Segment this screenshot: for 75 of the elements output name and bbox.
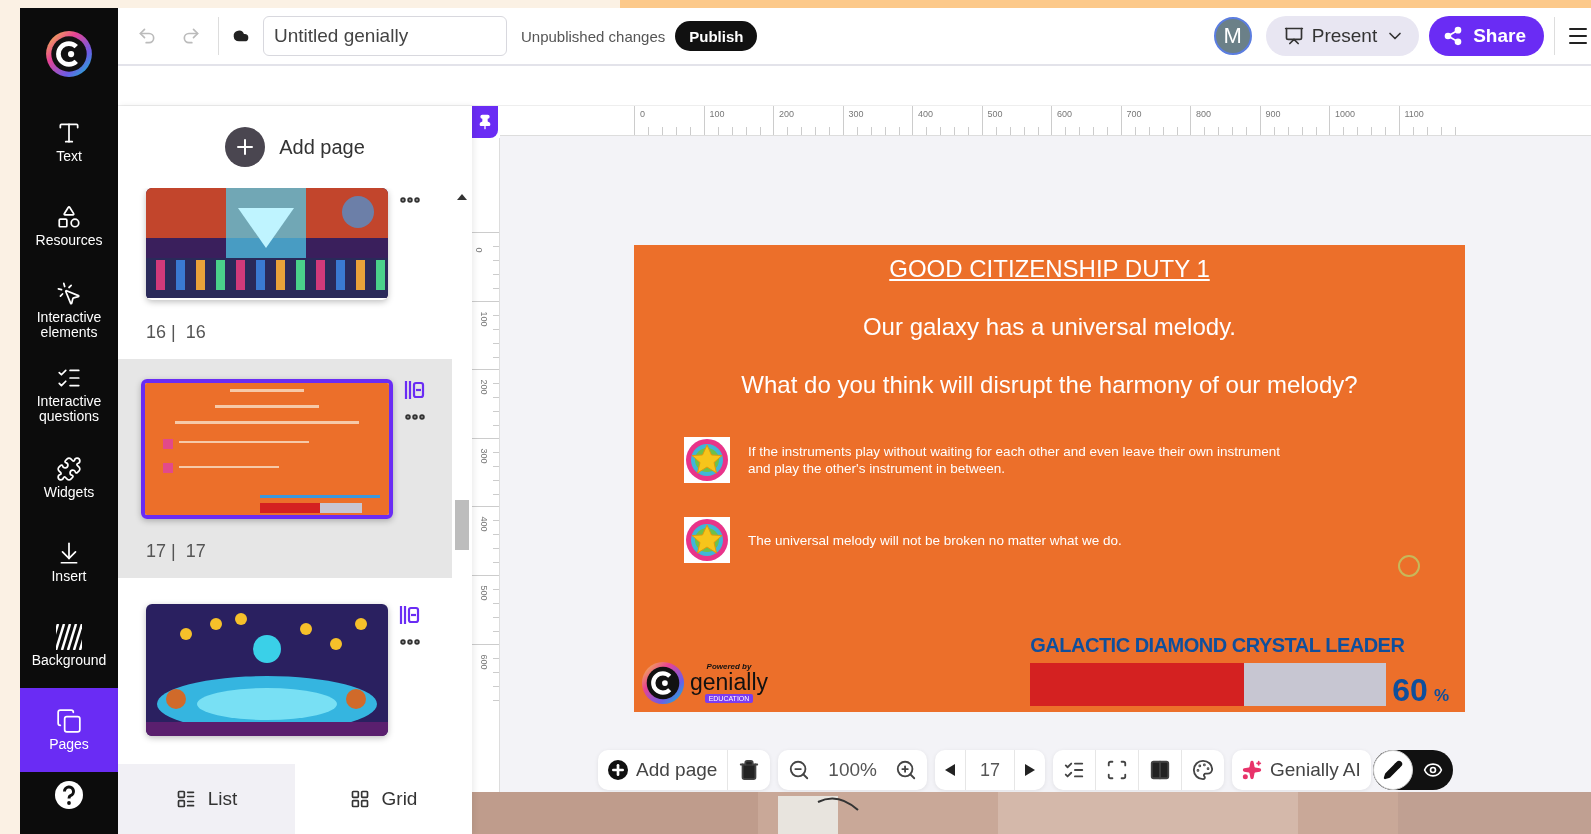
puzzle-icon — [56, 456, 82, 482]
publish-button[interactable]: Publish — [675, 21, 758, 51]
ruler-label: 500 — [987, 109, 1003, 119]
present-button[interactable]: Present — [1265, 16, 1420, 56]
share-button[interactable]: Share — [1429, 16, 1544, 56]
slide-thumbnail[interactable] — [145, 383, 389, 515]
ruler-label: 900 — [1265, 109, 1281, 119]
logo-icon — [44, 29, 94, 79]
ruler-label: 500 — [478, 585, 489, 601]
eye-icon — [1422, 760, 1443, 780]
zoom-level: 100% — [827, 759, 878, 781]
add-page-button[interactable]: Add page — [219, 126, 371, 168]
scroll-up-icon[interactable] — [457, 194, 467, 200]
ruler-label: 100 — [709, 109, 725, 119]
save-status: Unpublished changes — [521, 27, 666, 45]
page-number: 17 | 17 — [146, 541, 207, 562]
list-icon — [175, 789, 196, 809]
ruler-label: 300 — [478, 448, 489, 464]
ruler-label: 800 — [1196, 109, 1212, 119]
view-tab[interactable]: List — [118, 764, 295, 834]
split-icon[interactable] — [403, 379, 425, 401]
ruler-label: 300 — [848, 109, 864, 119]
avatar[interactable]: M — [1213, 17, 1252, 55]
ruler-label: 1000 — [1335, 109, 1356, 119]
pencil-icon — [1382, 760, 1403, 780]
sidebar-item[interactable]: Interactive elements — [20, 268, 118, 352]
text-icon — [56, 120, 82, 146]
pointer-icon — [56, 280, 82, 307]
ruler-label: 200 — [779, 109, 795, 119]
ruler-label: 0 — [473, 247, 484, 253]
share-icon — [1443, 26, 1464, 46]
powered-by-text: Powered by — [706, 663, 752, 671]
ruler-label: 100 — [478, 311, 489, 327]
title-field[interactable]: Untitled genially — [263, 16, 507, 56]
star-icon — [684, 517, 730, 563]
presentation-icon — [1283, 26, 1304, 46]
sidebar-item[interactable]: Resources — [20, 184, 118, 268]
page-number: 16 | 16 — [146, 322, 207, 343]
logo-icon — [640, 660, 686, 706]
sidebar-item[interactable]: Pages — [20, 688, 118, 772]
help-icon[interactable] — [54, 780, 84, 810]
split-icon[interactable] — [398, 604, 420, 626]
progress-unit: % — [1433, 686, 1449, 706]
progress-label: GALACTIC DIAMOND CRYSTAL LEADER — [1030, 634, 1406, 657]
slide-subtitle: Our galaxy has a universal melody. — [862, 313, 1237, 341]
ruler-label: 600 — [1057, 109, 1073, 119]
view-tab[interactable]: Grid — [295, 764, 472, 834]
ruler-label: 400 — [478, 516, 489, 532]
shapes-icon — [56, 204, 82, 230]
sidebar-item[interactable]: Insert — [20, 520, 118, 604]
sparkles-icon — [1242, 760, 1262, 780]
ring-icon — [1398, 555, 1420, 577]
ruler-label: 200 — [478, 379, 489, 395]
sidebar-item[interactable]: Background — [20, 604, 118, 688]
progress-value: 60 — [1392, 674, 1428, 706]
pages-icon — [56, 708, 82, 734]
star-icon — [684, 437, 730, 483]
ruler-label: 1100 — [1404, 109, 1424, 119]
hatch-icon — [56, 624, 82, 650]
plus-icon — [225, 127, 266, 167]
ruler-label: 600 — [478, 654, 489, 670]
ruler-label: 700 — [1126, 109, 1142, 119]
pin-icon[interactable] — [472, 106, 498, 138]
slide-title: GOOD CITIZENSHIP DUTY 1 — [889, 255, 1210, 283]
sidebar-item[interactable]: Text — [20, 100, 118, 184]
edit-mode-button[interactable] — [1372, 750, 1413, 790]
slide-question: What do you think will disrupt the harmony of our melody? — [741, 371, 1358, 399]
scrollbar-thumb[interactable] — [455, 500, 469, 550]
plus-icon — [608, 760, 628, 780]
sidebar-item[interactable]: Widgets — [20, 436, 118, 520]
ruler-label: 400 — [918, 109, 934, 119]
ruler-label: 0 — [640, 109, 645, 119]
sidebar-item[interactable]: Interactive questions — [20, 352, 118, 436]
grid-icon — [349, 789, 370, 809]
ai-button[interactable]: Genially AI — [1232, 750, 1371, 790]
